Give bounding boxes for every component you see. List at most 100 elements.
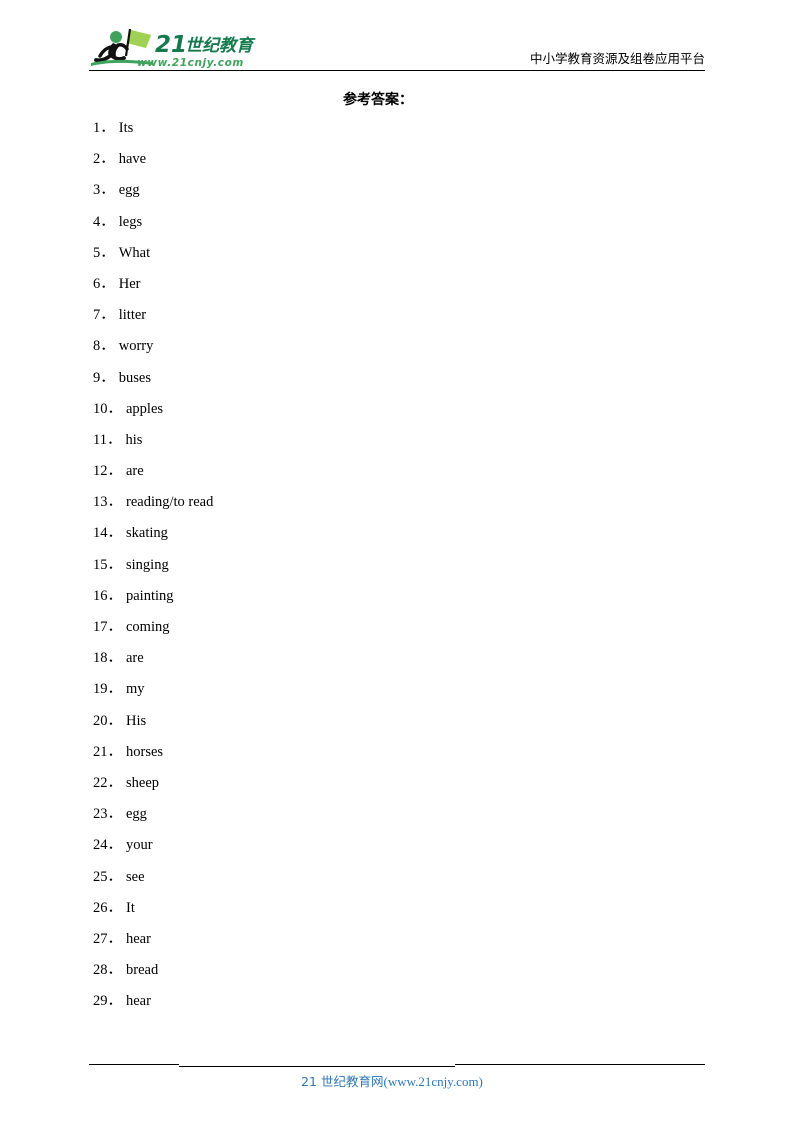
answer-number: 28．	[93, 962, 122, 979]
answer-item: 28． bread	[93, 960, 693, 991]
answer-text: litter	[118, 307, 147, 324]
answer-number: 1．	[93, 120, 115, 136]
answer-item: 19． my	[93, 679, 693, 710]
answer-list: 1． Its 2． have 3． egg 4． legs 5． What 6． Her 7…	[93, 118, 693, 1022]
document-page: 21 世纪教育 www.21cnjy.com 中小学教育资源及组卷应用平台 参考…	[0, 0, 794, 1123]
answer-text: bread	[126, 962, 159, 979]
answer-item: 26． It	[93, 898, 693, 929]
header-divider	[89, 70, 705, 71]
answer-text: legs	[118, 213, 143, 230]
footer-divider	[89, 1064, 705, 1070]
answer-number: 6．	[93, 275, 115, 292]
answer-item: 21． horses	[93, 742, 693, 773]
answer-item: 12． are	[93, 461, 693, 492]
answer-text: are	[126, 463, 144, 480]
answer-item: 24． your	[93, 835, 693, 866]
answer-number: 5．	[93, 244, 115, 261]
footer-site-label: 21 世纪教育网(www.21cnjy.com)	[0, 1073, 794, 1091]
answer-item: 11． his	[93, 430, 693, 461]
answer-text: Her	[118, 275, 141, 292]
answer-number: 11．	[93, 431, 122, 448]
answer-item: 22． sheep	[93, 773, 693, 804]
answer-text: see	[126, 868, 145, 885]
answer-item: 17． coming	[93, 617, 693, 648]
answer-item: 16． painting	[93, 586, 693, 617]
answer-text: Its	[118, 120, 134, 136]
answer-number: 24．	[93, 837, 122, 854]
running-figure-with-flag-icon: 21 世纪教育 www.21cnjy.com	[91, 28, 256, 69]
answer-text: What	[118, 244, 151, 261]
answer-text: His	[126, 712, 147, 729]
answer-item: 20． His	[93, 711, 693, 742]
answer-item: 23． egg	[93, 804, 693, 835]
answer-number: 20．	[93, 712, 122, 729]
answer-text: my	[126, 681, 145, 698]
footer-divider-segment-right	[455, 1064, 705, 1065]
answer-text: horses	[126, 743, 164, 760]
logo-brand-cn: 世纪教育	[185, 36, 256, 56]
answer-item: 4． legs	[93, 212, 693, 243]
answer-item: 7． litter	[93, 305, 693, 336]
answer-text: painting	[126, 587, 174, 604]
footer-site-url: (www.21cnjy.com)	[383, 1074, 483, 1089]
answer-text: egg	[126, 806, 147, 823]
answer-item: 15． singing	[93, 555, 693, 586]
answer-number: 4．	[93, 213, 115, 230]
answer-text: worry	[118, 338, 154, 355]
answer-item: 13． reading/to read	[93, 492, 693, 523]
answer-item: 9． buses	[93, 368, 693, 399]
answer-item: 3． egg	[93, 180, 693, 211]
answer-text: hear	[126, 993, 151, 1010]
brand-logo: 21 世纪教育 www.21cnjy.com	[89, 26, 269, 70]
answer-text: singing	[126, 556, 169, 573]
page-title: 参考答案：	[343, 92, 413, 108]
footer-divider-segment-left	[89, 1064, 179, 1065]
answer-text: his	[125, 431, 143, 448]
answer-text: buses	[118, 369, 151, 386]
answer-item: 27． hear	[93, 929, 693, 960]
answer-item: 29． hear	[93, 991, 693, 1022]
answer-number: 17．	[93, 619, 122, 635]
page-header: 21 世纪教育 www.21cnjy.com 中小学教育资源及组卷应用平台	[89, 26, 705, 70]
answer-text: skating	[126, 525, 168, 542]
answer-text: apples	[126, 400, 164, 417]
answer-number: 10．	[93, 400, 122, 417]
answer-item: 1． Its	[93, 118, 693, 149]
answer-text: are	[126, 650, 144, 667]
answer-item: 6． Her	[93, 274, 693, 305]
answer-item: 2． have	[93, 149, 693, 180]
answer-number: 23．	[93, 806, 122, 823]
footer-site-name: 21 世纪教育网	[301, 1074, 384, 1089]
answer-number: 9．	[93, 369, 115, 386]
answer-text: It	[126, 899, 135, 916]
logo-brand-url: www.21cnjy.com	[137, 57, 244, 69]
answer-number: 2．	[93, 151, 115, 168]
answer-item: 18． are	[93, 648, 693, 679]
footer-divider-segment-middle	[179, 1066, 455, 1067]
answer-number: 16．	[93, 587, 122, 604]
answer-text: egg	[118, 182, 140, 199]
answer-text: coming	[126, 619, 170, 635]
answer-number: 25．	[93, 868, 122, 885]
answer-number: 22．	[93, 774, 122, 791]
answer-number: 14．	[93, 525, 122, 542]
answer-number: 21．	[93, 743, 122, 760]
answer-number: 27．	[93, 930, 122, 947]
answer-item: 8． worry	[93, 336, 693, 367]
answer-number: 8．	[93, 338, 115, 355]
answer-text: hear	[126, 930, 151, 947]
answer-item: 10． apples	[93, 399, 693, 430]
answer-text: sheep	[126, 774, 160, 791]
answer-number: 18．	[93, 650, 122, 667]
header-tagline: 中小学教育资源及组卷应用平台	[529, 51, 705, 66]
answer-number: 19．	[93, 681, 122, 698]
answer-text: have	[118, 151, 147, 168]
answer-number: 12．	[93, 463, 122, 480]
logo-brand-number: 21	[155, 32, 187, 58]
answer-text: your	[126, 837, 153, 854]
answer-item: 25． see	[93, 867, 693, 898]
answer-number: 15．	[93, 556, 122, 573]
answer-number: 3．	[93, 182, 115, 199]
answer-number: 29．	[93, 993, 122, 1010]
answer-item: 14． skating	[93, 523, 693, 554]
